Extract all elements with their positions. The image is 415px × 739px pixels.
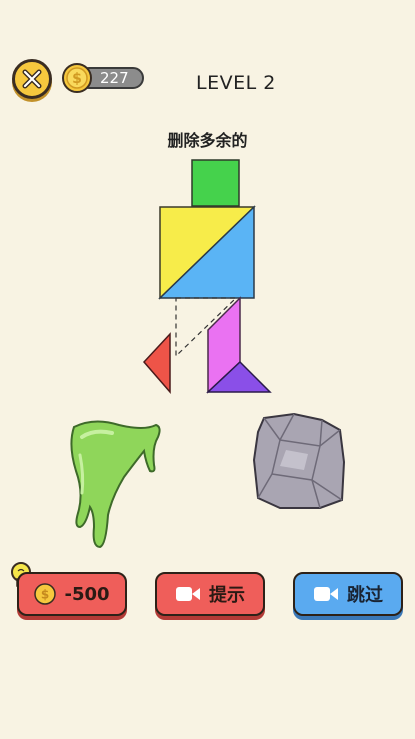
rock-item[interactable] bbox=[250, 410, 350, 514]
green-square-piece[interactable] bbox=[191, 159, 240, 207]
hint-label: 提示 bbox=[209, 585, 245, 606]
hint-button[interactable]: 提示 bbox=[155, 572, 265, 616]
video-icon bbox=[314, 587, 338, 601]
skip-label: 跳过 bbox=[347, 585, 383, 606]
red-triangle-piece[interactable] bbox=[142, 332, 171, 395]
coin-icon: $ bbox=[34, 583, 57, 605]
skip-button[interactable]: 跳过 bbox=[293, 572, 403, 616]
video-icon bbox=[176, 587, 200, 601]
hint-cost-label: -500 bbox=[64, 583, 110, 605]
tangram-puzzle bbox=[142, 159, 272, 395]
coin-hint-button[interactable]: $ -500 bbox=[17, 572, 127, 616]
svg-text:$: $ bbox=[41, 588, 49, 602]
slime-item[interactable] bbox=[64, 415, 164, 555]
